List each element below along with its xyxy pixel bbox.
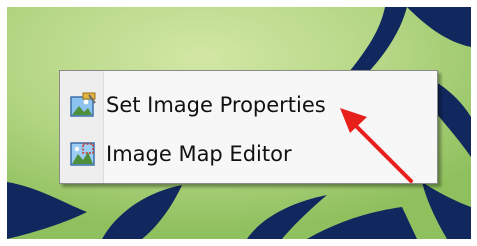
menu-item-set-image-properties[interactable]: Set Image Properties: [62, 82, 435, 128]
menu-item-image-map-editor[interactable]: Image Map Editor: [62, 131, 435, 177]
menu-item-label: Set Image Properties: [106, 93, 326, 117]
set-image-properties-icon: [70, 92, 96, 117]
desktop-background: Set Image Properties Image Map Editor: [7, 7, 471, 239]
context-menu: Set Image Properties Image Map Editor: [59, 70, 438, 184]
menu-item-label: Image Map Editor: [106, 142, 292, 166]
image-map-editor-icon: [70, 142, 95, 166]
